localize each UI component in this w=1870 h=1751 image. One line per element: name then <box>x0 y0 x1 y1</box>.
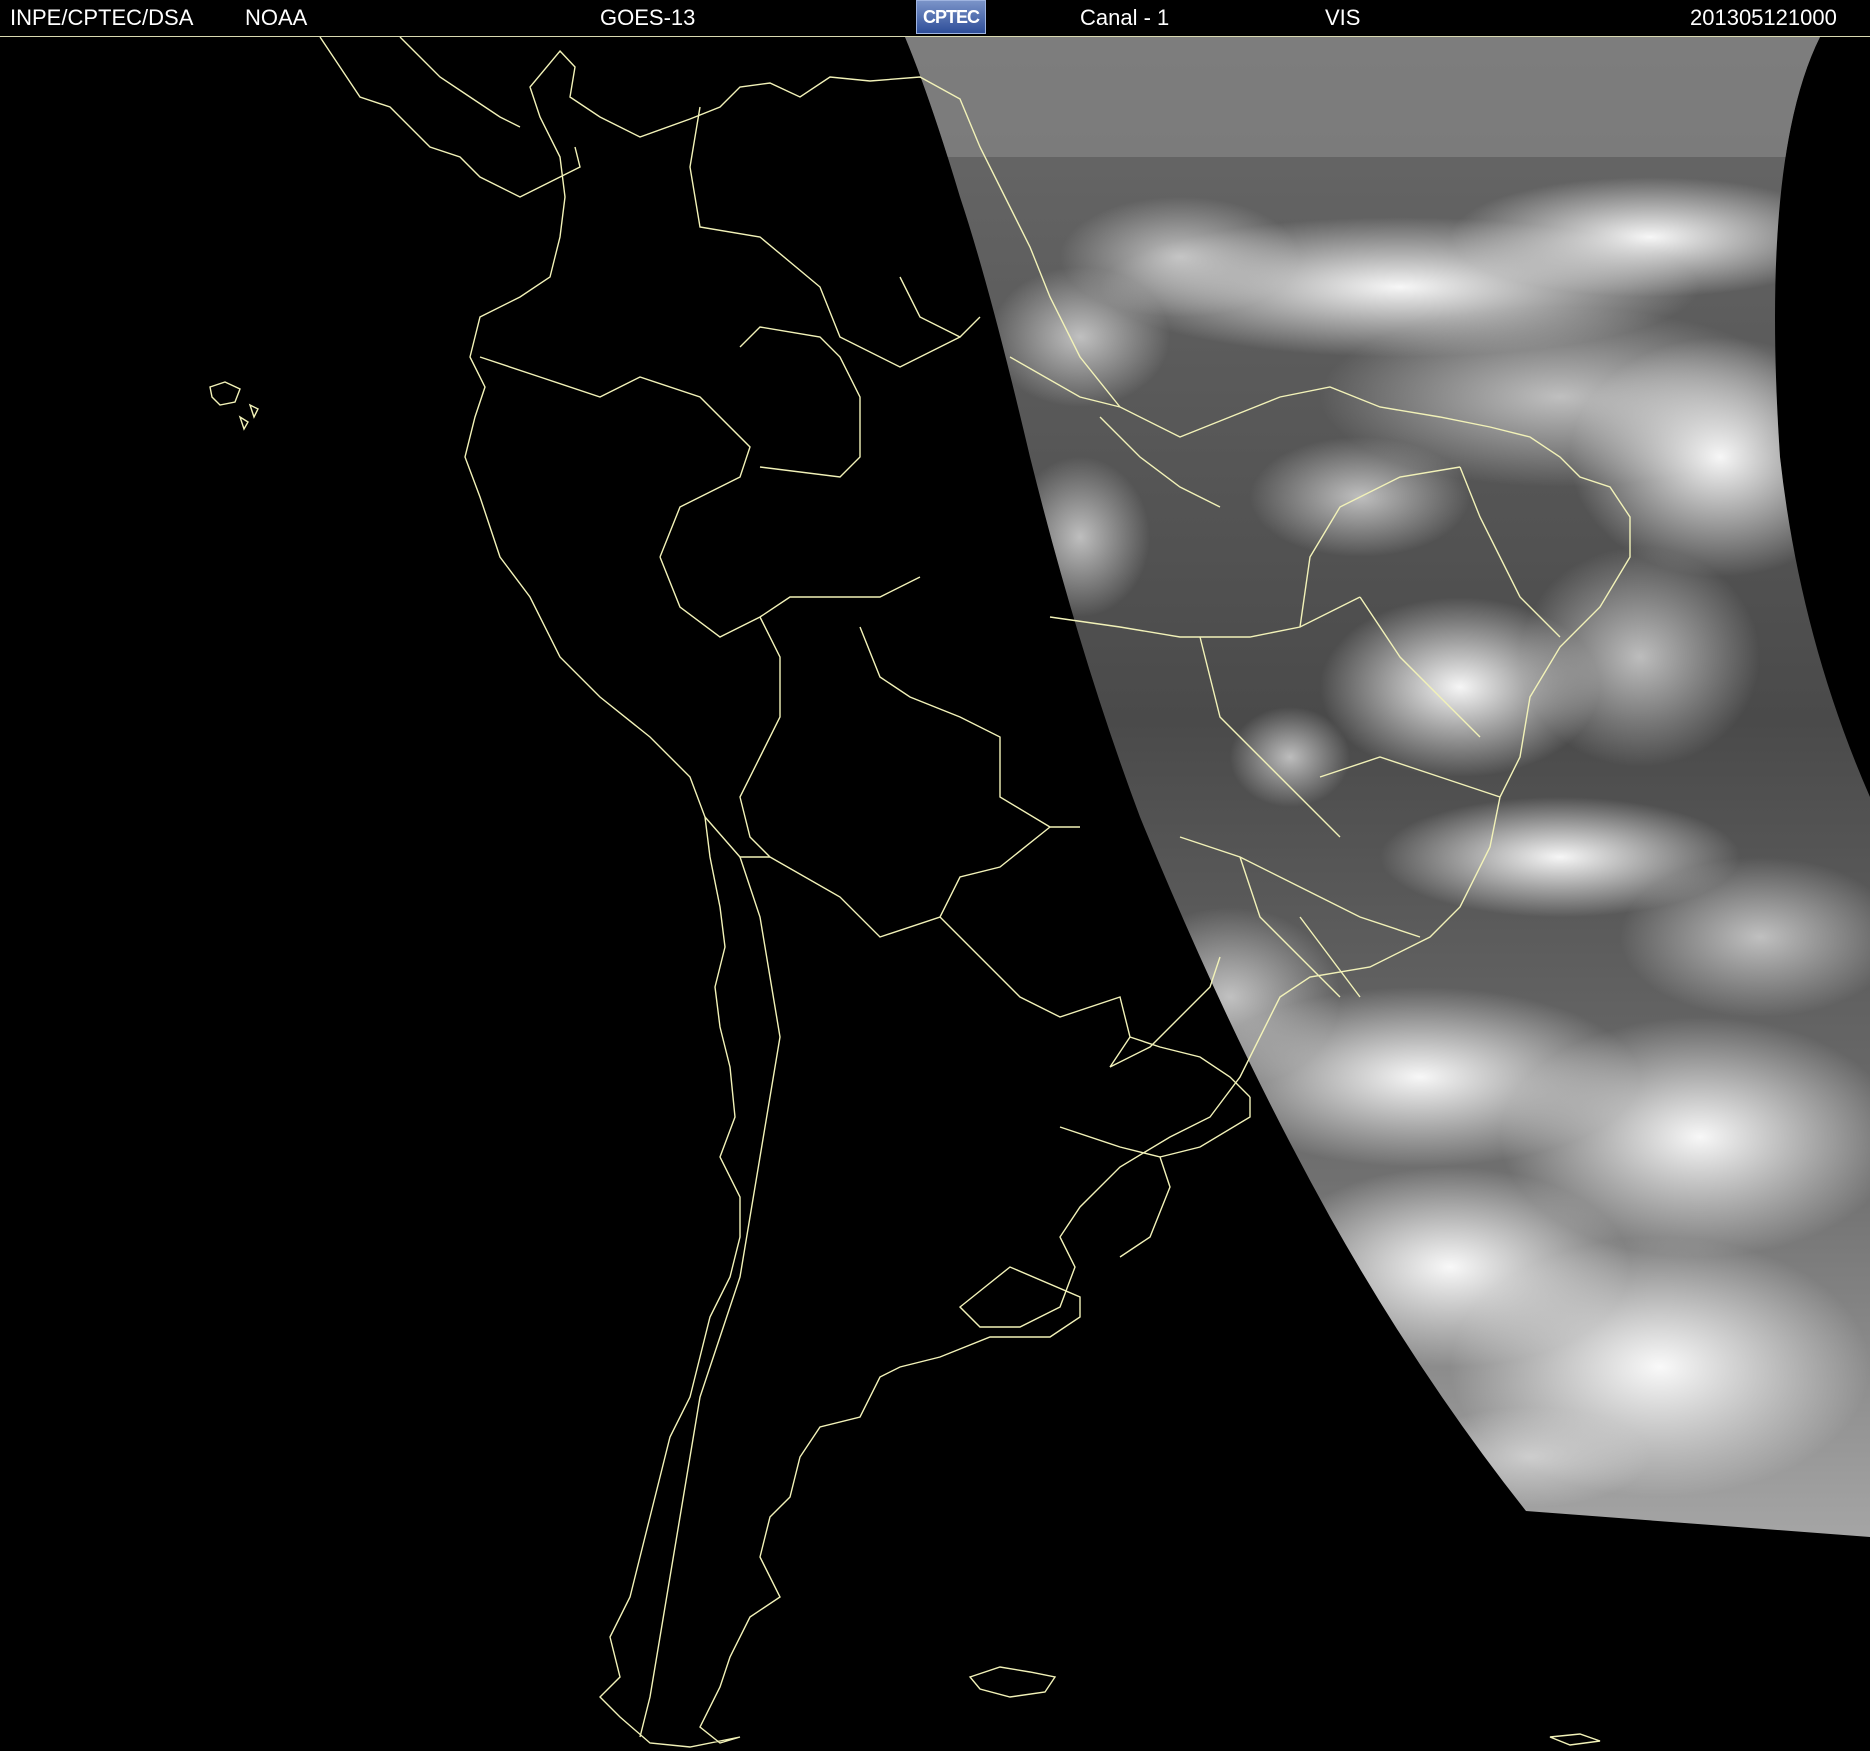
channel-label: Canal - 1 <box>1080 5 1170 30</box>
border-argentina-paraguay <box>939 916 1131 1068</box>
timestamp-label: 201305121000 <box>1690 5 1837 30</box>
border-venezuela-guyana <box>899 276 981 338</box>
cptec-logo-text: CPTEC <box>922 7 980 27</box>
galapagos-islands <box>209 381 259 431</box>
agency-label: NOAA <box>245 5 308 30</box>
border-peru-bolivia <box>739 616 781 858</box>
border-colombia-brazil <box>739 326 861 478</box>
cloud-imagery <box>905 37 1870 1537</box>
satellite-map <box>209 37 1870 1748</box>
border-colombia-venezuela <box>689 106 961 368</box>
border-peru-brazil <box>659 556 921 638</box>
border-brazil-uruguay <box>1159 1097 1251 1158</box>
satellite-image-frame <box>0 36 1870 1750</box>
falkland-islands <box>968 1666 1057 1698</box>
border-colombia-peru-ecuador <box>479 356 751 558</box>
border-chile-argentina <box>639 856 781 1738</box>
header-bar: INPE/CPTEC/DSA NOAA GOES-13 CPTEC Canal … <box>0 0 1870 36</box>
border-brazil-paraguay <box>1109 956 1221 1068</box>
band-label: VIS <box>1325 5 1361 30</box>
border-brazil-bolivia <box>859 626 1080 828</box>
central-america-coastline <box>319 37 581 198</box>
border-chile-bolivia <box>704 816 770 858</box>
cptec-logo: CPTEC <box>916 0 986 34</box>
satellite-label: GOES-13 <box>600 5 696 30</box>
border-bolivia-paraguay <box>769 826 1051 938</box>
institution-label: INPE/CPTEC/DSA <box>10 5 194 30</box>
south-georgia-island <box>1549 1733 1601 1746</box>
